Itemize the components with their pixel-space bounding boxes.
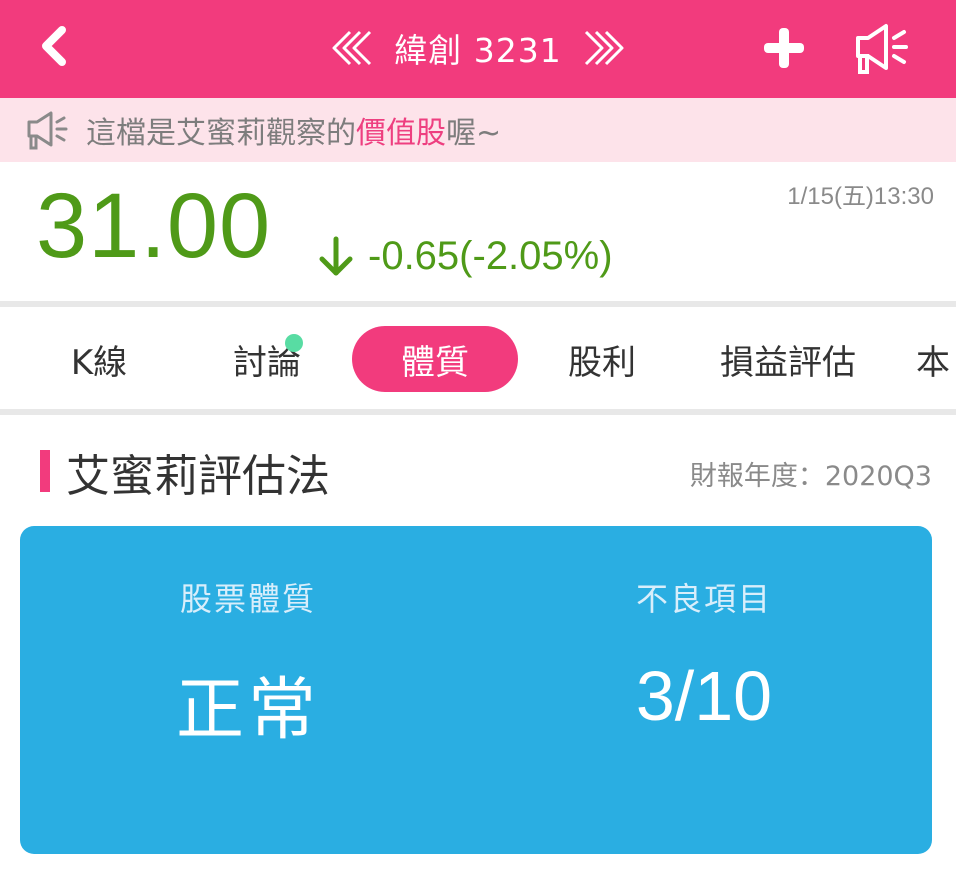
section-accent-bar <box>40 450 50 492</box>
megaphone-icon <box>27 111 68 150</box>
tab-label: K線 <box>70 342 128 383</box>
plus-icon <box>764 28 804 68</box>
notice-text: 這檔是艾蜜莉觀察的價值股喔~ <box>86 108 501 152</box>
back-chevron-icon <box>42 26 66 66</box>
tab-fundamentals[interactable]: 體質 <box>352 326 518 392</box>
app-header: 緯創 3231 <box>0 0 956 98</box>
down-arrow-icon <box>319 236 353 275</box>
megaphone-icon <box>856 24 908 74</box>
quality-value: 正常 <box>175 671 320 750</box>
report-period: 財報年度：2020Q3 <box>689 461 932 492</box>
tab-discussion[interactable]: 討論 <box>200 326 334 392</box>
current-price: 31.00 <box>36 175 272 277</box>
quality-label-text: 股票體質 <box>179 580 316 618</box>
notice-suffix: 喔~ <box>446 116 502 151</box>
double-chevron-right-icon[interactable] <box>580 28 626 68</box>
tab-kline[interactable]: K線 <box>30 326 168 392</box>
tab-bar: K線 討論 體質 股利 損益評估 本 <box>0 308 956 410</box>
bad-items-value: 3/10 <box>635 657 773 735</box>
stock-title: 緯創 3231 <box>394 31 562 70</box>
price-change: -0.65(-2.05%) <box>316 234 613 279</box>
tab-label: 本 <box>916 342 950 383</box>
quote-panel: 31.00 -0.65(-2.05%) 1/15(五)13:30 <box>0 162 956 302</box>
fundamentals-card-content: 股票體質 正常 不良項目 3/10 <box>20 526 932 854</box>
tab-label: 股利 <box>568 342 636 383</box>
tab-label: 損益評估 <box>720 342 856 383</box>
tab-label: 體質 <box>401 342 469 383</box>
add-watchlist-button[interactable] <box>758 22 810 74</box>
divider <box>0 301 956 307</box>
tab-dividend[interactable]: 股利 <box>540 326 664 392</box>
notice-bar: 這檔是艾蜜莉觀察的價值股喔~ <box>0 98 956 162</box>
new-indicator-dot <box>285 334 303 352</box>
tab-pnl-evaluation[interactable]: 損益評估 <box>696 326 880 392</box>
back-button[interactable] <box>32 22 80 70</box>
double-chevron-left-icon[interactable] <box>330 28 376 68</box>
quote-timestamp: 1/15(五)13:30 <box>787 183 934 210</box>
tab-more[interactable]: 本 <box>904 326 956 392</box>
divider <box>0 409 956 415</box>
notice-prefix: 這檔是艾蜜莉觀察的 <box>86 116 356 151</box>
notice-highlight: 價值股 <box>356 116 446 151</box>
bad-items-label: 不良項目 <box>635 580 772 618</box>
announce-button[interactable] <box>850 18 912 78</box>
stock-title-switcher: 緯創 3231 <box>318 20 638 76</box>
price-change-text: -0.65(-2.05%) <box>368 234 613 278</box>
section-title: 艾蜜莉評估法 <box>66 451 330 502</box>
